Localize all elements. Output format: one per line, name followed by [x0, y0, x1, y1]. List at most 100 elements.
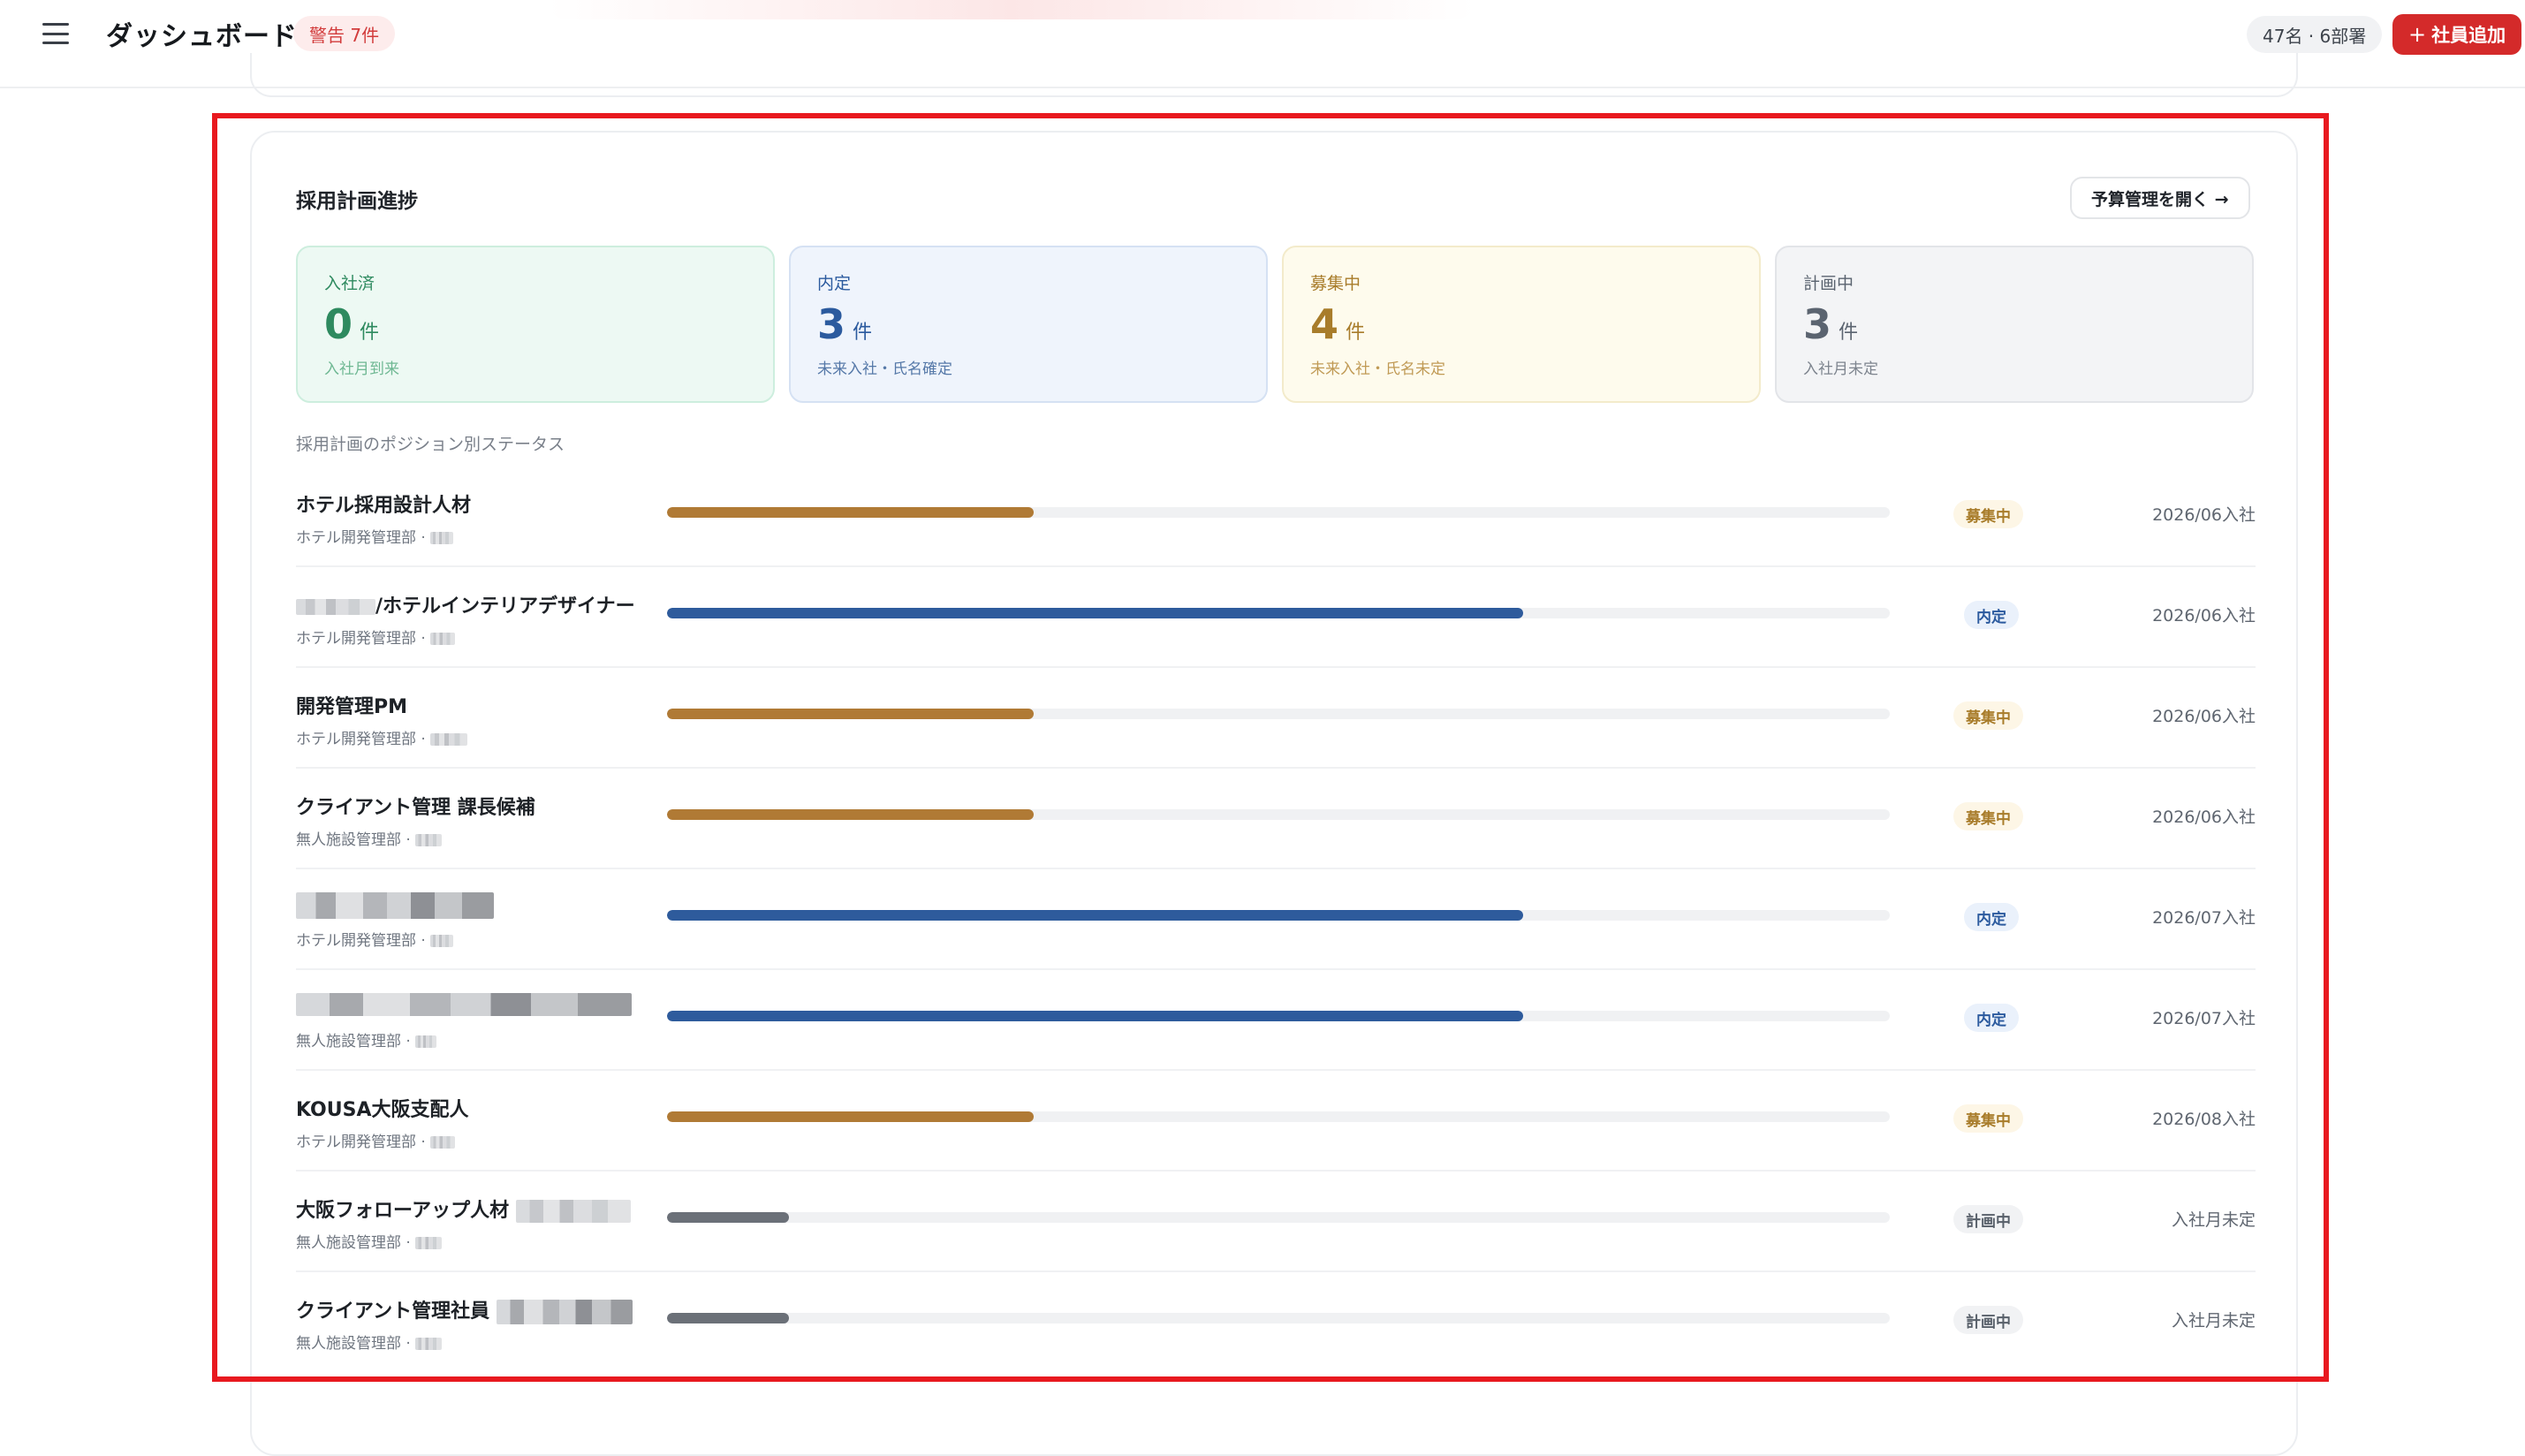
redacted-block	[415, 1237, 443, 1249]
position-list: ホテル採用設計人材 ホテル開発管理部 · 募集中 2026/06入社 /ホテルイ…	[296, 466, 2256, 1373]
menu-icon[interactable]	[42, 23, 69, 44]
stat-value: 4	[1310, 300, 1339, 348]
position-name: 開発管理PM	[296, 696, 408, 718]
stat-label: 入社済	[324, 274, 375, 293]
position-name-wrap: クライアント管理社員	[296, 1295, 633, 1324]
redacted-block	[430, 733, 468, 746]
progress-track	[667, 507, 1890, 518]
join-date: 2026/08入社	[2152, 1110, 2256, 1129]
position-name: KOUSA大阪支配人	[296, 1099, 469, 1121]
stat-label: 募集中	[1310, 274, 1361, 293]
join-date: 2026/06入社	[2152, 606, 2256, 626]
status-badge: 募集中	[1953, 701, 2023, 730]
previous-card	[250, 53, 2298, 97]
header-glow	[548, 0, 1475, 19]
redacted-block	[415, 1338, 443, 1350]
warning-badge[interactable]: 警告 7件	[293, 16, 396, 51]
progress-track	[667, 1313, 1890, 1323]
progress-track	[667, 910, 1890, 921]
position-row[interactable]: 大阪フォローアップ人材 無人施設管理部 · 計画中 入社月未定	[296, 1172, 2256, 1272]
status-badge: 内定	[1964, 903, 2019, 931]
redacted-block	[430, 1136, 456, 1149]
add-employee-label: 社員追加	[2431, 25, 2506, 46]
redacted-block	[296, 993, 632, 1016]
position-dept-text: 無人施設管理部 ·	[296, 831, 411, 849]
section-label: 採用計画のポジション別ステータス	[296, 435, 565, 454]
open-budget-button[interactable]: 予算管理を開く →	[2070, 177, 2250, 219]
position-row[interactable]: クライアント管理 課長候補 無人施設管理部 · 募集中 2026/06入社	[296, 769, 2256, 869]
redacted-block	[415, 834, 443, 846]
position-row[interactable]: ホテル採用設計人材 ホテル開発管理部 · 募集中 2026/06入社	[296, 466, 2256, 567]
position-dept: ホテル開発管理部 ·	[296, 726, 468, 748]
join-date: 2026/06入社	[2152, 707, 2256, 726]
position-row[interactable]: ホテル開発管理部 · 内定 2026/07入社	[296, 869, 2256, 970]
stat-unit: 件	[1839, 322, 1859, 344]
redacted-block	[430, 633, 456, 645]
position-dept: 無人施設管理部 ·	[296, 1028, 437, 1050]
progress-fill	[667, 910, 1523, 921]
progress-fill	[667, 809, 1035, 820]
stat-sub: 入社月到来	[324, 360, 399, 378]
position-row[interactable]: KOUSA大阪支配人 ホテル開発管理部 · 募集中 2026/08入社	[296, 1071, 2256, 1172]
stat-label: 計画中	[1803, 274, 1854, 293]
position-row[interactable]: 開発管理PM ホテル開発管理部 · 募集中 2026/06入社	[296, 668, 2256, 769]
redacted-block	[496, 1300, 633, 1324]
status-badge: 募集中	[1953, 500, 2023, 528]
progress-fill	[667, 1111, 1035, 1122]
position-dept-text: ホテル開発管理部 ·	[296, 932, 426, 950]
position-dept: 無人施設管理部 ·	[296, 1230, 443, 1252]
position-dept-text: ホテル開発管理部 ·	[296, 731, 426, 748]
status-badge: 内定	[1964, 601, 2019, 629]
join-date: 2026/06入社	[2152, 808, 2256, 827]
position-dept-text: ホテル開発管理部 ·	[296, 529, 426, 547]
stat-value: 3	[817, 300, 846, 348]
stat-value: 3	[1803, 300, 1832, 348]
progress-fill	[667, 507, 1035, 518]
position-row[interactable]: 無人施設管理部 · 内定 2026/07入社	[296, 970, 2256, 1071]
join-date: 入社月未定	[2171, 1311, 2256, 1331]
position-dept: ホテル開発管理部 ·	[296, 928, 454, 950]
position-dept-text: 無人施設管理部 ·	[296, 1335, 411, 1353]
position-dept-text: ホテル開発管理部 ·	[296, 1134, 426, 1151]
position-name: ホテル採用設計人材	[296, 495, 472, 517]
stat-joined: 入社済 0件 入社月到来	[296, 246, 775, 403]
position-name-wrap	[296, 993, 632, 1016]
position-dept-text: 無人施設管理部 ·	[296, 1033, 411, 1050]
stat-unit: 件	[360, 322, 380, 344]
status-badge: 募集中	[1953, 802, 2023, 830]
status-badge: 計画中	[1953, 1306, 2023, 1334]
progress-fill	[667, 709, 1035, 719]
position-name-wrap	[296, 892, 494, 919]
progress-fill	[667, 1313, 790, 1323]
position-dept: ホテル開発管理部 ·	[296, 1129, 456, 1151]
progress-track	[667, 1011, 1890, 1021]
position-row[interactable]: クライアント管理社員 無人施設管理部 · 計画中 入社月未定	[296, 1272, 2256, 1373]
position-name-wrap: 大阪フォローアップ人材	[296, 1194, 631, 1223]
position-dept: ホテル開発管理部 ·	[296, 525, 454, 547]
progress-fill	[667, 1212, 790, 1223]
progress-fill	[667, 608, 1523, 618]
position-name: 大阪フォローアップ人材	[296, 1200, 510, 1222]
position-dept-text: 無人施設管理部 ·	[296, 1234, 411, 1252]
stat-offer: 内定 3件 未来入社・氏名確定	[789, 246, 1268, 403]
stat-unit: 件	[1346, 322, 1366, 344]
position-name-wrap: /ホテルインテリアデザイナー	[296, 590, 635, 618]
page-title: ダッシュボード	[106, 21, 298, 52]
stat-value: 0	[324, 300, 353, 348]
position-name: クライアント管理社員	[296, 1301, 490, 1323]
position-name: /ホテルインテリアデザイナー	[375, 595, 635, 618]
redacted-block	[515, 1200, 631, 1223]
plus-icon: +	[2408, 22, 2427, 47]
position-dept: ホテル開発管理部 ·	[296, 626, 456, 648]
redacted-block	[296, 892, 494, 919]
position-row[interactable]: /ホテルインテリアデザイナー ホテル開発管理部 · 内定 2026/06入社	[296, 567, 2256, 668]
status-badge: 募集中	[1953, 1104, 2023, 1133]
position-name: クライアント管理 課長候補	[296, 797, 535, 819]
add-employee-button[interactable]: + 社員追加	[2392, 14, 2522, 55]
join-date: 2026/06入社	[2152, 505, 2256, 525]
stat-sub: 入社月未定	[1803, 360, 1878, 378]
position-dept: 無人施設管理部 ·	[296, 827, 443, 849]
hiring-plan-card: 採用計画進捗 予算管理を開く → 入社済 0件 入社月到来 内定 3件 未来入社…	[250, 131, 2298, 1456]
redacted-block	[296, 599, 375, 615]
redacted-block	[430, 935, 454, 947]
